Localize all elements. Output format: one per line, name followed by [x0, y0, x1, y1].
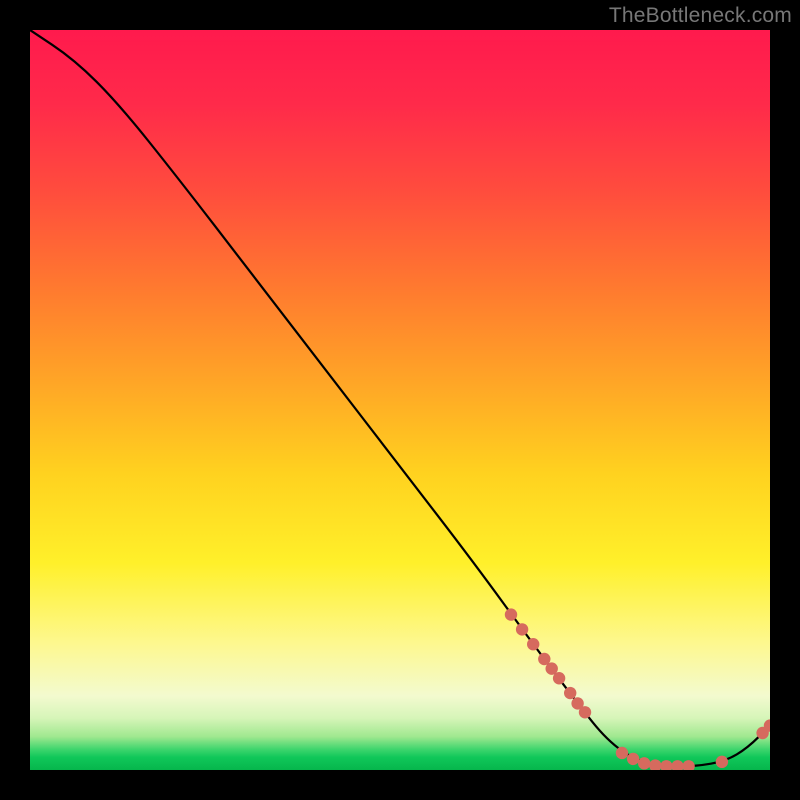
chart-root: TheBottleneck.com [0, 0, 800, 800]
data-marker [627, 753, 639, 765]
data-marker [553, 672, 565, 684]
plot-svg [30, 30, 770, 770]
data-marker [616, 747, 628, 759]
data-marker [682, 760, 694, 770]
data-marker [638, 757, 650, 769]
bottleneck-curve [30, 30, 770, 766]
data-markers [505, 608, 770, 770]
data-marker [649, 759, 661, 770]
data-marker [716, 756, 728, 768]
data-marker [505, 608, 517, 620]
plot-area [30, 30, 770, 770]
data-marker [527, 638, 539, 650]
data-marker [516, 623, 528, 635]
attribution-label: TheBottleneck.com [609, 4, 792, 28]
data-marker [579, 706, 591, 718]
data-marker [564, 687, 576, 699]
data-marker [671, 760, 683, 770]
data-marker [660, 760, 672, 770]
